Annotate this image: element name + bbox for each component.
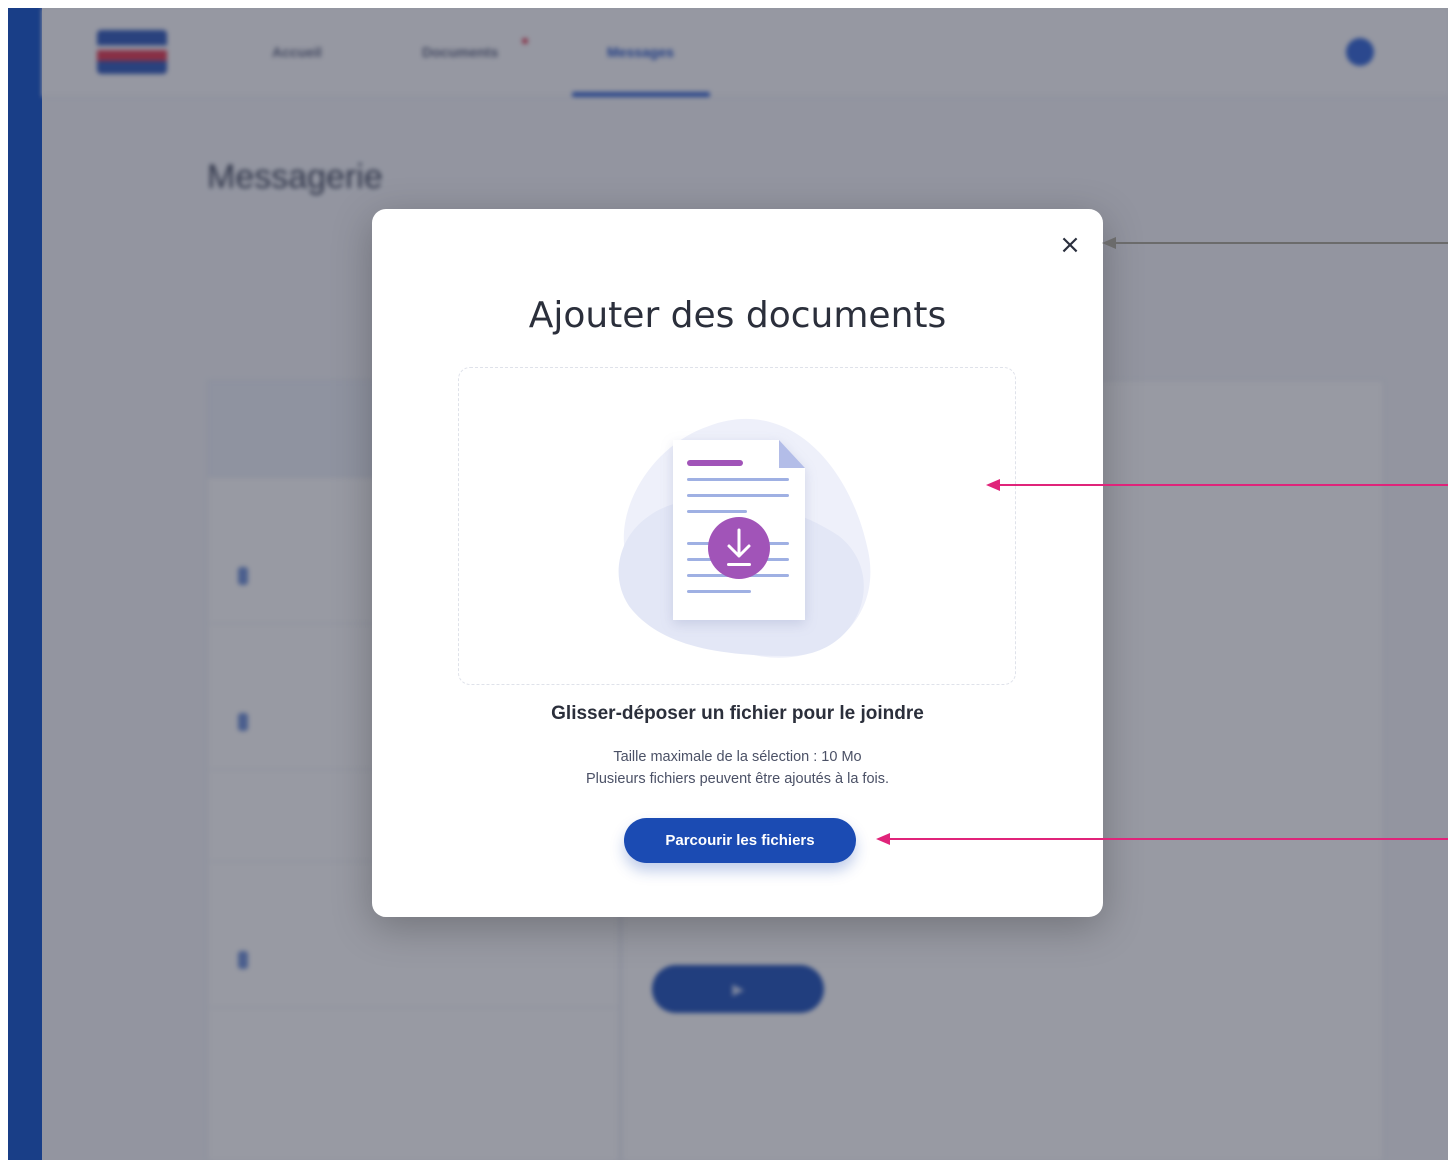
document-download-icon [618, 418, 871, 658]
add-documents-modal: × Ajouter des documents Glisser-déposer … [372, 209, 1103, 917]
browse-files-button[interactable]: Parcourir les fichiers [624, 818, 856, 863]
multiple-files-text: Plusieurs fichiers peuvent être ajoutés … [585, 771, 890, 787]
close-icon[interactable]: × [1056, 231, 1084, 259]
file-dropzone[interactable] [458, 367, 1016, 685]
max-size-text: Taille maximale de la sélection : 10 Mo [613, 749, 862, 765]
modal-title: Ajouter des documents [528, 295, 947, 336]
dropzone-title: Glisser-déposer un fichier pour le joind… [551, 703, 924, 724]
